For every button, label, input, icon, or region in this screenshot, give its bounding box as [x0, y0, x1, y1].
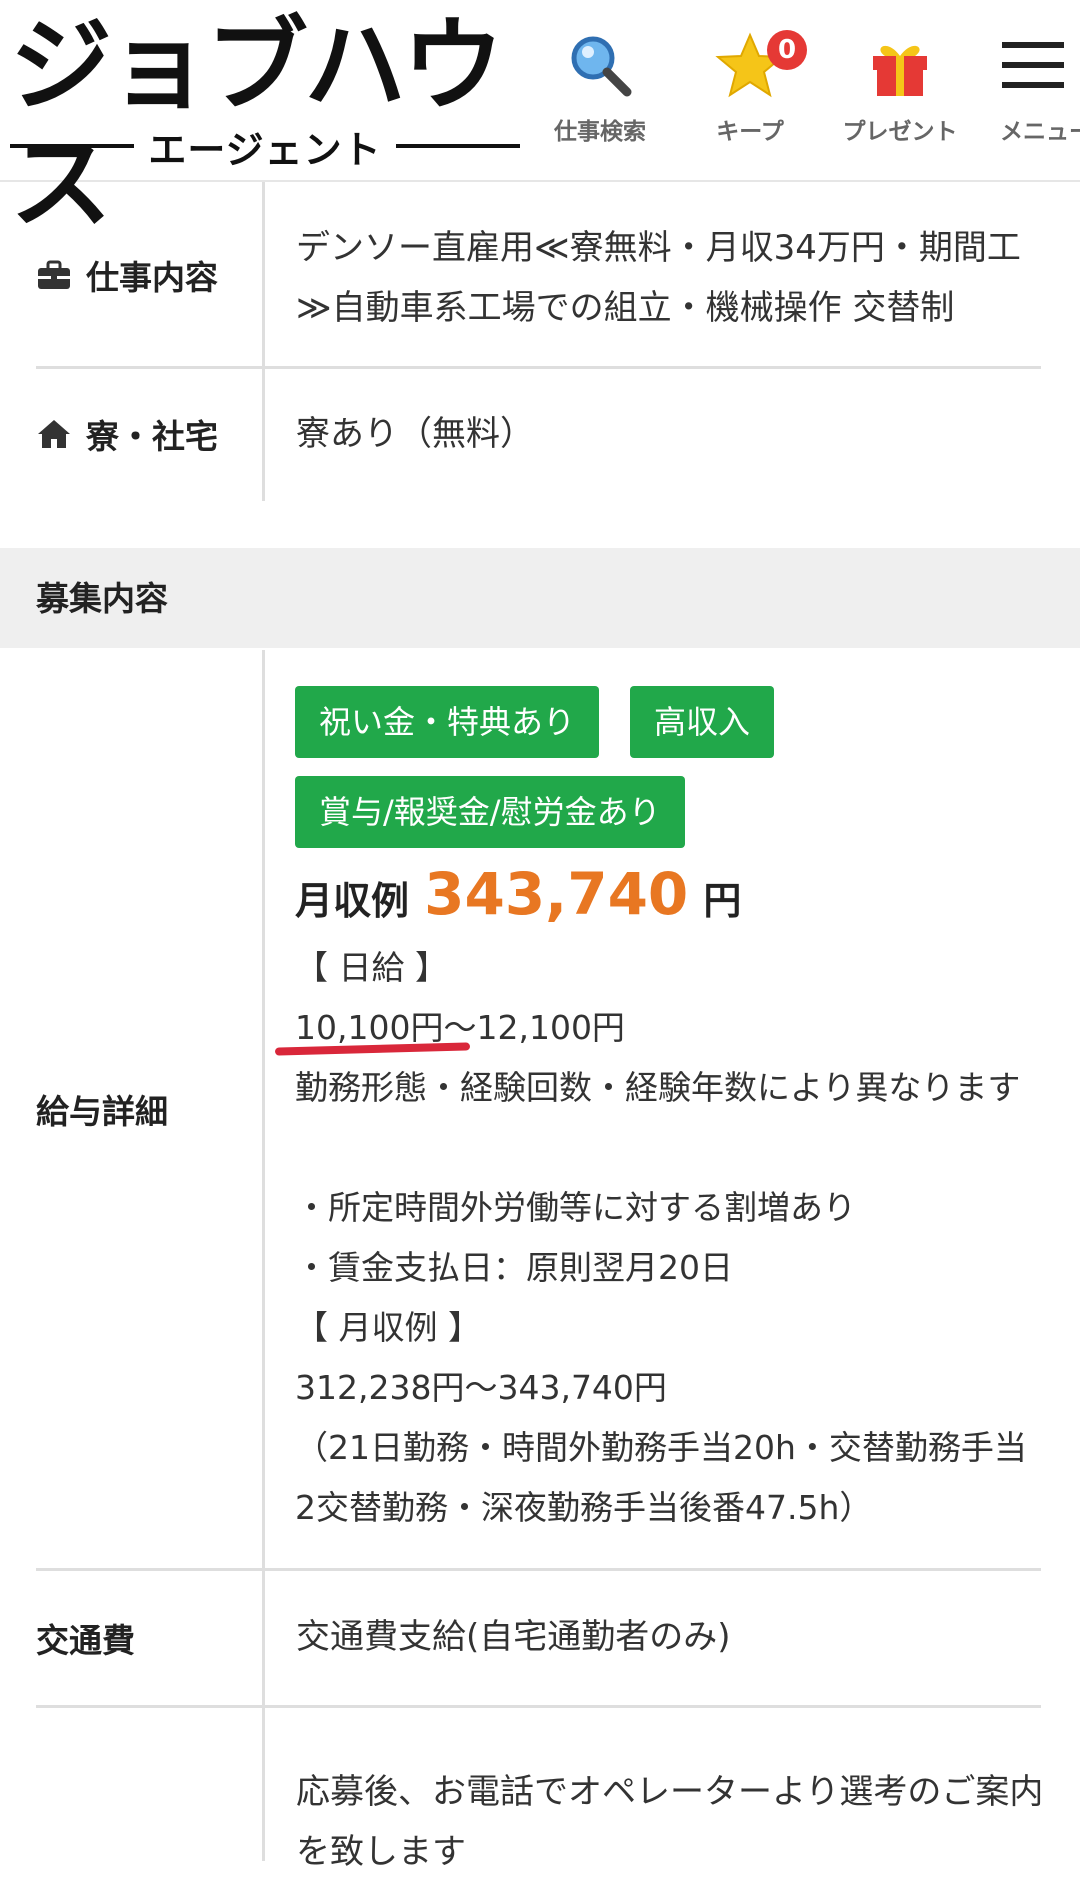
salary-detail-line: 【 月収例 】 — [295, 1308, 481, 1347]
monthly-income-range: 312,238円〜343,740円 — [295, 1368, 667, 1407]
keep-count-badge: 0 — [767, 30, 807, 70]
nav-present-label: プレゼント — [842, 119, 958, 145]
site-header: ジョブハウス エージェント 仕事検索 0 キープ プレゼント メニュ — [0, 0, 1080, 244]
hamburger-menu-icon — [1002, 42, 1064, 88]
transport-row: 交通費 交通費支給(自宅通勤者のみ) — [36, 1571, 1041, 1705]
job-description-row: 仕事内容 デンソー直雇用≪寮無料・月収34万円・期間工≫自動車系工場での組立・機… — [36, 182, 1041, 368]
column-divider — [262, 182, 265, 368]
dorm-value: 寮あり（無料） — [296, 414, 534, 454]
search-icon — [571, 36, 632, 97]
logo-sub-text: エージェント — [148, 127, 382, 172]
job-description-value: デンソー直雇用≪寮無料・月収34万円・期間工≫自動車系工場での組立・機械操作 交… — [296, 228, 1021, 328]
briefcase-icon — [38, 260, 70, 289]
tag-bonus-reward: 賞与/報奨金/慰労金あり — [295, 776, 685, 848]
logo-sub-row: エージェント — [10, 126, 520, 172]
transport-value: 交通費支給(自宅通勤者のみ) — [296, 1617, 731, 1657]
dorm-label: 寮・社宅 — [36, 369, 260, 499]
section-title: 募集内容 — [36, 579, 168, 618]
monthly-income-amount: 343,740 — [424, 860, 689, 928]
job-description-label-text: 仕事内容 — [86, 258, 218, 297]
nav-search-button[interactable]: 仕事検索 — [525, 0, 675, 180]
column-divider — [262, 1571, 265, 1705]
section-header: 募集内容 — [0, 548, 1080, 648]
site-logo[interactable]: ジョブハウス エージェント — [10, 8, 530, 244]
nav-keep-button[interactable]: 0 キープ — [675, 0, 825, 180]
salary-detail-line: ・所定時間外労働等に対する割増あり — [295, 1188, 856, 1227]
column-divider — [262, 1708, 265, 1861]
nav-keep-label: キープ — [716, 119, 784, 145]
nav-menu-button[interactable]: メニュー — [985, 0, 1080, 180]
nav-present-button[interactable]: プレゼント — [825, 0, 975, 180]
apply-process-value: 応募後、お電話でオペレーターより選考のご案内を致します — [296, 1772, 1044, 1872]
apply-process-row: 応募後、お電話でオペレーターより選考のご案内を致します — [36, 1708, 1043, 1872]
salary-detail-line: ・賃金支払日：原則翌月20日 — [295, 1248, 733, 1287]
monthly-income-unit: 円 — [703, 879, 742, 923]
job-description-label: 仕事内容 — [36, 182, 260, 368]
salary-detail-note: （21日勤務・時間外勤務手当20h・交替勤務手当2交替勤務・深夜勤務手当後番47… — [295, 1428, 1027, 1527]
nav-menu-label: メニュー — [1000, 119, 1080, 145]
dorm-row: 寮・社宅 寮あり（無料） — [36, 369, 1041, 501]
tag-high-income: 高収入 — [630, 686, 775, 758]
home-icon — [38, 420, 70, 448]
dorm-label-text: 寮・社宅 — [86, 417, 218, 456]
gift-icon — [873, 45, 927, 96]
transport-label: 交通費 — [36, 1571, 260, 1705]
column-divider — [262, 369, 265, 501]
logo-rule-right — [395, 144, 520, 148]
tag-bonus-perks: 祝い金・特典あり — [295, 686, 600, 758]
logo-rule-left — [10, 144, 135, 148]
column-divider — [262, 650, 265, 1568]
salary-label: 給与詳細 — [36, 650, 260, 1568]
salary-detail-line: 勤務形態・経験回数・経験年数により異なります — [295, 1068, 1021, 1107]
salary-detail-line: 【 日給 】 — [295, 948, 448, 987]
salary-label-text: 給与詳細 — [36, 1092, 168, 1131]
monthly-income-example: 月収例 343,740 円 — [295, 860, 741, 928]
transport-label-text: 交通費 — [36, 1621, 135, 1660]
monthly-income-prefix: 月収例 — [295, 879, 410, 923]
nav-search-label: 仕事検索 — [554, 119, 646, 145]
